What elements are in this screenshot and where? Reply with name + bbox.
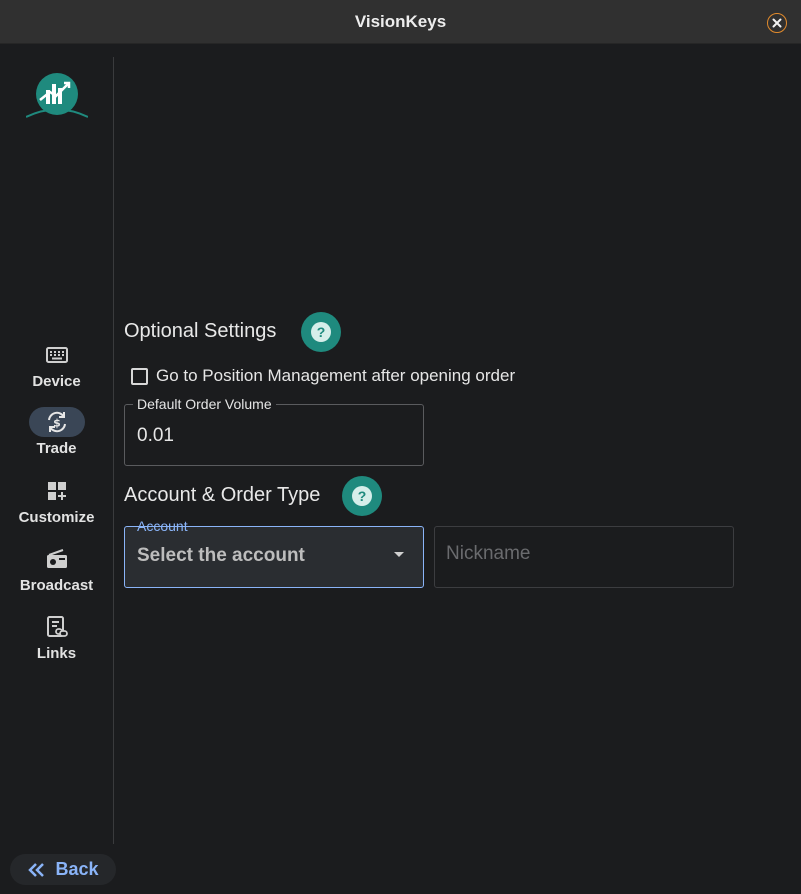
sidebar-divider [113, 57, 114, 844]
visionkeys-logo [25, 72, 89, 120]
account-select-value: Select the account [137, 545, 305, 566]
close-icon [772, 18, 782, 28]
help-icon: ? [311, 322, 331, 342]
window-title: VisionKeys [354, 12, 447, 31]
optional-settings-help-button[interactable]: ? [301, 312, 341, 352]
default-order-volume-value: 0.01 [137, 425, 174, 446]
sidebar-item-links[interactable]: Links [0, 612, 113, 662]
sidebar-item-label: Trade [36, 440, 77, 457]
optional-settings-title: Optional Settings [124, 320, 277, 342]
back-button-label: Back [55, 859, 99, 879]
position-management-checkbox[interactable] [131, 367, 148, 385]
account-select[interactable]: Account Select the account [124, 518, 424, 588]
help-icon: ? [352, 486, 372, 506]
chevron-down-icon [394, 552, 404, 557]
default-order-volume-field[interactable]: Default Order Volume 0.01 [124, 396, 424, 466]
svg-text:$: $ [53, 417, 61, 430]
close-button[interactable] [767, 13, 787, 33]
position-management-checkbox-row[interactable]: Go to Position Management after opening … [131, 366, 515, 386]
currency-exchange-icon: $ [47, 411, 66, 433]
sidebar-item-trade[interactable]: $ Trade [0, 407, 113, 457]
nickname-field[interactable] [434, 526, 734, 588]
default-order-volume-label: Default Order Volume [133, 396, 276, 412]
double-chevron-left-icon [28, 862, 45, 877]
account-label: Account [133, 518, 192, 534]
dashboard-customize-icon [47, 482, 66, 500]
back-button[interactable]: Back [10, 854, 116, 885]
radio-icon [46, 549, 67, 568]
sidebar-item-label: Device [32, 373, 81, 390]
sidebar-item-label: Customize [18, 509, 95, 526]
sidebar-item-broadcast[interactable]: Broadcast [0, 544, 113, 594]
sidebar-item-label: Links [36, 645, 77, 662]
sidebar-item-device[interactable]: Device [0, 340, 113, 390]
sidebar-item-customize[interactable]: Customize [0, 476, 113, 526]
nickname-input[interactable] [446, 543, 716, 565]
account-order-help-button[interactable]: ? [342, 476, 382, 516]
position-management-checkbox-label: Go to Position Management after opening … [156, 366, 516, 385]
title-bar: VisionKeys [0, 0, 801, 44]
account-order-type-title: Account & Order Type [124, 484, 321, 506]
link-document-icon [46, 616, 68, 637]
sidebar-item-label: Broadcast [19, 577, 94, 594]
keyboard-icon [45, 347, 68, 363]
